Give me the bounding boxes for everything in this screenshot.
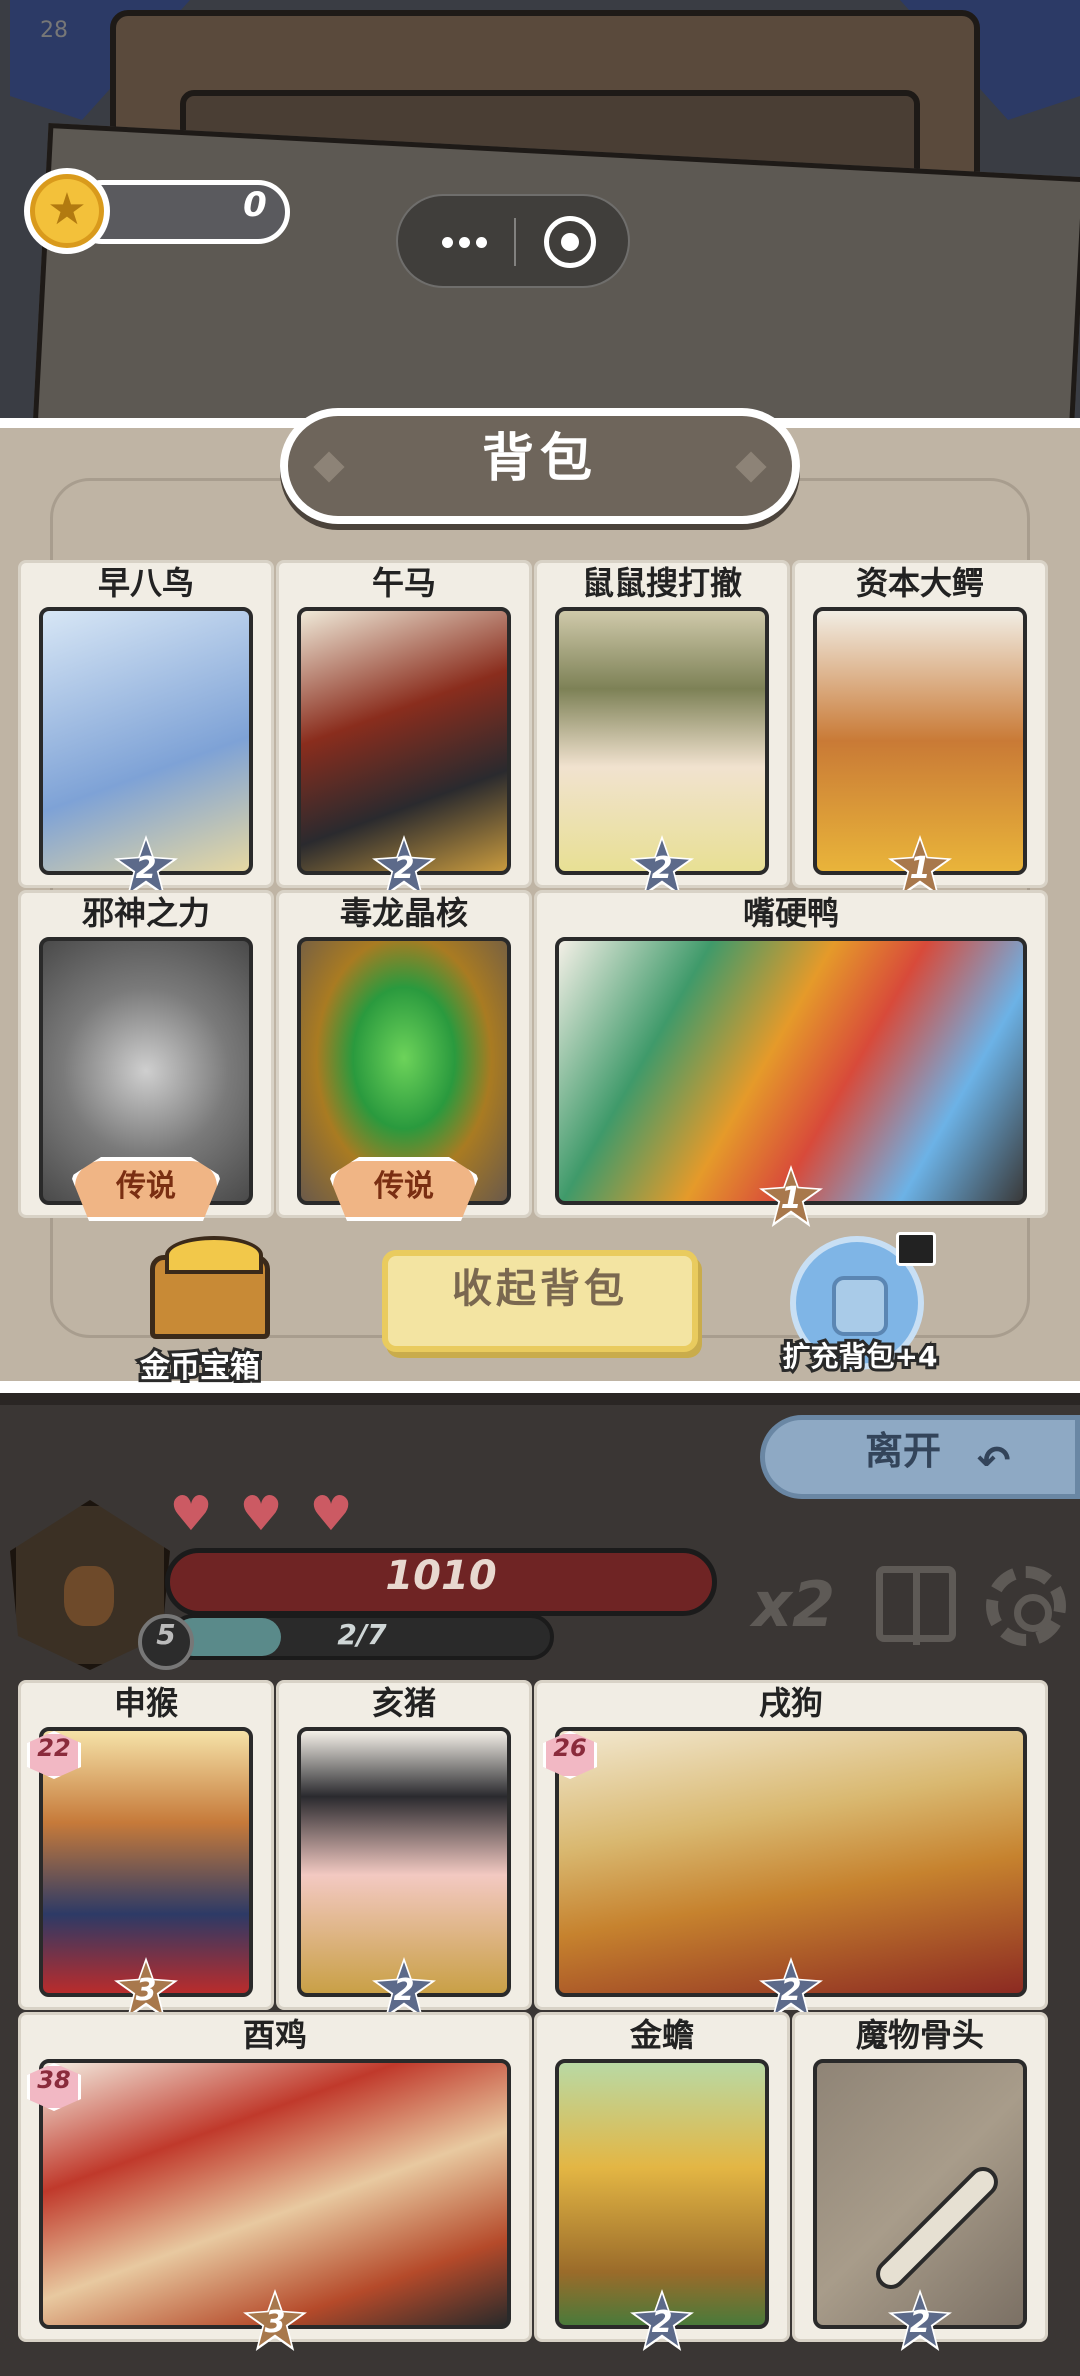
backpack-item-card[interactable]: 毒龙晶核 传说 [276, 890, 532, 1221]
unit-art [297, 1727, 511, 1997]
team-unit-card[interactable]: 酉鸡 38 3 [18, 2012, 532, 2351]
unit-name: 魔物骨头 [855, 2016, 984, 2054]
item-name: 毒龙晶核 [339, 894, 468, 932]
item-name: 鼠鼠搜打撤 [581, 564, 742, 602]
expand-backpack-label[interactable]: 扩充背包+4 [760, 1335, 960, 1376]
legendary-badge: 传说 [71, 1157, 221, 1221]
team-unit-card[interactable]: 戌狗 26 2 [534, 1680, 1048, 2019]
item-art [813, 607, 1027, 875]
item-art [555, 607, 769, 875]
player-level: 5 [156, 1618, 176, 1651]
unit-art [555, 2059, 769, 2329]
team-unit-card[interactable]: 魔物骨头 2 [792, 2012, 1048, 2351]
capsule-divider [514, 218, 516, 266]
backpack-title: 背包 [481, 429, 598, 489]
unit-name: 酉鸡 [242, 2016, 307, 2054]
coin-value: 0 [243, 185, 267, 225]
unit-art [555, 1727, 1027, 1997]
backpack-item-card[interactable]: 午马 2 [276, 560, 532, 897]
health-value: 1010 [385, 1553, 497, 1599]
heart-icon: ♥ [239, 1486, 283, 1542]
codex-book-icon[interactable] [876, 1566, 956, 1645]
item-name: 嘴硬鸭 [742, 894, 839, 932]
legendary-label: 传说 [116, 1169, 176, 1204]
speed-toggle[interactable]: x2 [752, 1568, 835, 1641]
leave-button[interactable]: 离开 ↶ [760, 1415, 1080, 1499]
backpack-item-card[interactable]: 鼠鼠搜打撤 2 [534, 560, 790, 897]
unit-art [39, 2059, 511, 2329]
gold-chest-icon[interactable] [150, 1236, 270, 1339]
team-unit-card[interactable]: 申猴 22 3 [18, 1680, 274, 2019]
item-name: 资本大鳄 [855, 564, 984, 602]
experience-bar: 2/7 [170, 1614, 554, 1660]
legendary-badge: 传说 [329, 1157, 479, 1221]
fps-counter: 28 [40, 18, 68, 43]
backpack-item-card[interactable]: 早八鸟 2 [18, 560, 274, 897]
more-icon[interactable] [424, 212, 504, 272]
collapse-backpack-button[interactable]: 收起背包 [382, 1250, 698, 1352]
gold-chest-label[interactable]: 金币宝箱 [120, 1342, 280, 1388]
backpack-item-card[interactable]: 嘴硬鸭 1 [534, 890, 1048, 1227]
legendary-label: 传说 [374, 1169, 434, 1204]
health-bar: 1010 [165, 1548, 717, 1616]
unit-name: 亥猪 [371, 1684, 436, 1722]
heart-icon: ♥ [309, 1486, 353, 1542]
backpack-item-card[interactable]: 邪神之力 传说 [18, 890, 274, 1221]
backpack-title-plate: 背包 [280, 408, 800, 524]
miniprogram-capsule [396, 194, 630, 288]
item-art [39, 607, 253, 875]
item-name: 午马 [371, 564, 436, 602]
team-unit-card[interactable]: 亥猪 2 [276, 1680, 532, 2019]
team-unit-card[interactable]: 金蟾 2 [534, 2012, 790, 2351]
unit-art [813, 2059, 1027, 2329]
player-level-badge: 5 [138, 1614, 194, 1670]
item-art [297, 607, 511, 875]
item-art [555, 937, 1027, 1205]
close-miniprogram-icon[interactable] [544, 216, 596, 268]
backpack-item-card[interactable]: 资本大鳄 1 [792, 560, 1048, 897]
bone-icon [869, 2160, 1005, 2296]
coin-icon: ★ [24, 168, 110, 254]
heart-icon: ♥ [169, 1486, 213, 1542]
collapse-backpack-label: 收起背包 [452, 1266, 628, 1312]
item-name: 早八鸟 [97, 564, 194, 602]
unit-name: 戌狗 [758, 1684, 823, 1722]
item-name: 邪神之力 [81, 894, 210, 932]
video-ad-icon [896, 1232, 936, 1266]
return-arrow-icon: ↶ [977, 1438, 1011, 1484]
leave-label: 离开 [865, 1429, 942, 1473]
settings-gear-icon[interactable] [986, 1566, 1066, 1646]
experience-value: 2/7 [337, 1618, 387, 1651]
unit-name: 金蟾 [629, 2016, 694, 2054]
backpack-icon [832, 1276, 888, 1336]
unit-name: 申猴 [113, 1684, 178, 1722]
